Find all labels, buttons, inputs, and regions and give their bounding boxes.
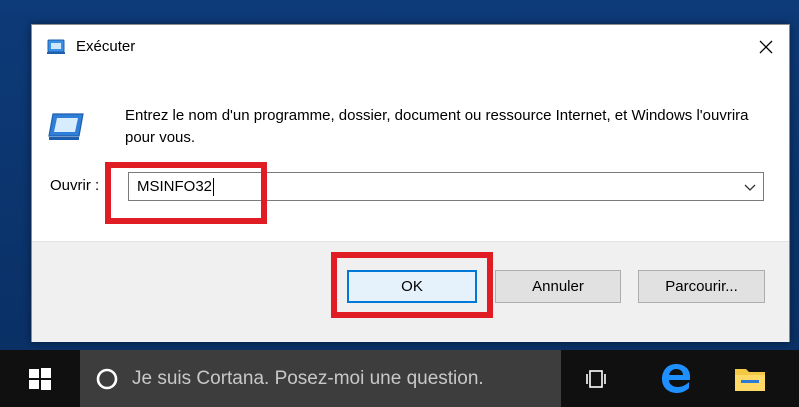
- browse-button[interactable]: Parcourir...: [638, 270, 765, 303]
- file-explorer-icon[interactable]: [733, 363, 767, 393]
- dialog-title: Exécuter: [76, 38, 136, 55]
- title-bar[interactable]: Exécuter: [32, 25, 789, 69]
- windows-start-icon: [29, 367, 51, 390]
- highlight-box-input: [105, 162, 267, 224]
- cancel-button[interactable]: Annuler: [495, 270, 621, 303]
- search-placeholder: Je suis Cortana. Posez-moi une question.: [132, 367, 484, 389]
- run-program-icon: [48, 113, 84, 140]
- cortana-search-box[interactable]: Je suis Cortana. Posez-moi une question.: [80, 350, 561, 407]
- open-label: Ouvrir :: [50, 177, 100, 194]
- close-icon: [759, 40, 773, 54]
- taskbar: Je suis Cortana. Posez-moi une question.: [0, 350, 799, 407]
- start-button[interactable]: [0, 350, 80, 407]
- highlight-box-ok: [331, 252, 493, 318]
- close-button[interactable]: [743, 25, 789, 69]
- task-view-icon[interactable]: [584, 368, 608, 390]
- chevron-down-icon[interactable]: [743, 181, 757, 193]
- cortana-icon: [96, 368, 118, 389]
- dialog-description: Entrez le nom d'un programme, dossier, d…: [125, 107, 749, 146]
- edge-icon[interactable]: [659, 361, 693, 395]
- run-icon: [47, 39, 65, 54]
